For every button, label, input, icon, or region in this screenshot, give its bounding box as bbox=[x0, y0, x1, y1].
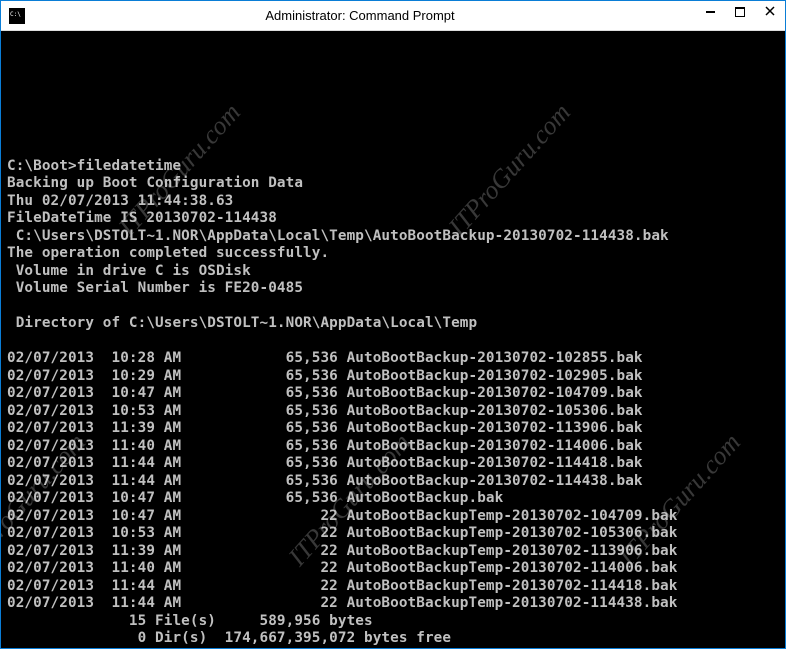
terminal-output[interactable]: ITProGuru.com ITProGuru.com ITProGuru.co… bbox=[1, 31, 785, 648]
maximize-button[interactable] bbox=[725, 1, 755, 23]
command-prompt-window: Administrator: Command Prompt ITProGuru.… bbox=[0, 0, 786, 649]
window-controls bbox=[695, 1, 785, 23]
window-title: Administrator: Command Prompt bbox=[25, 8, 785, 23]
maximize-icon bbox=[735, 7, 745, 17]
close-icon bbox=[765, 3, 775, 21]
watermark: ITProGuru.com bbox=[447, 102, 572, 238]
watermark: ITProGuru.com bbox=[1, 432, 87, 568]
cmd-icon bbox=[9, 8, 25, 24]
watermark: ITProGuru.com bbox=[617, 432, 742, 568]
minimize-icon bbox=[706, 11, 715, 13]
close-button[interactable] bbox=[755, 1, 785, 23]
titlebar[interactable]: Administrator: Command Prompt bbox=[1, 1, 785, 31]
watermark: ITProGuru.com bbox=[117, 102, 242, 238]
minimize-button[interactable] bbox=[695, 1, 725, 23]
watermark: ITProGuru.com bbox=[287, 432, 412, 568]
